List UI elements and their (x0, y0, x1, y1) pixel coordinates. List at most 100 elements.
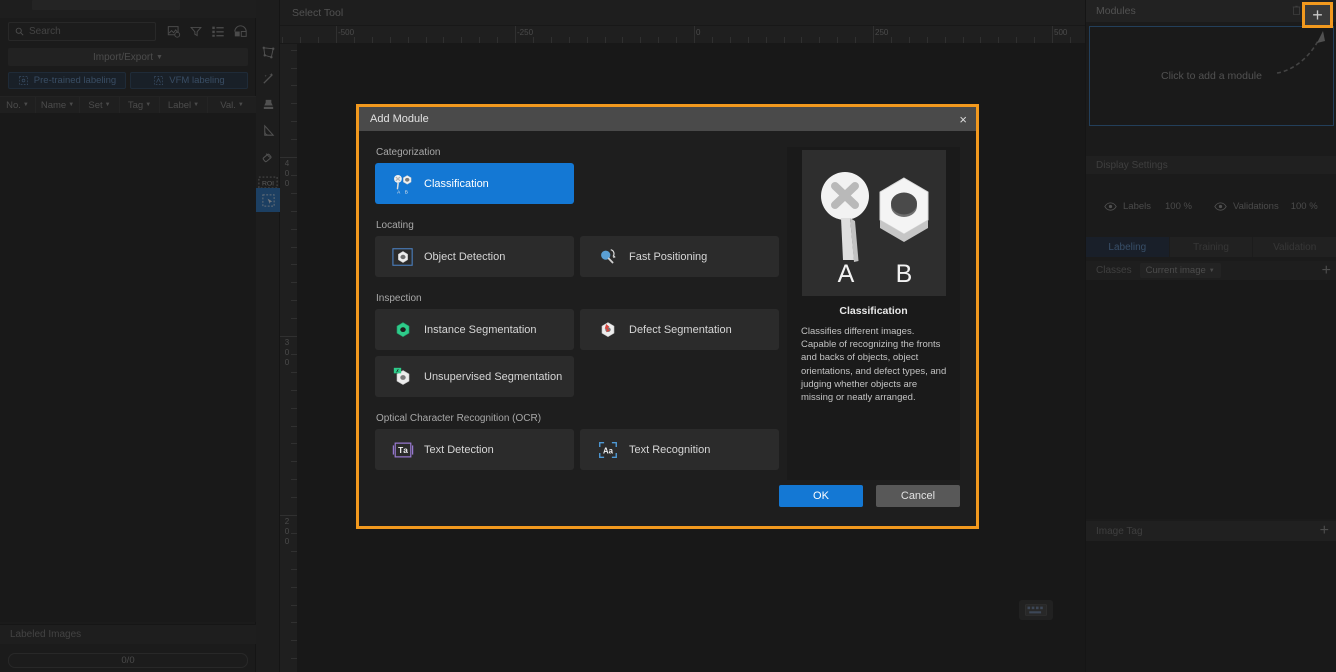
column-header-no[interactable]: No. ▼ (0, 97, 36, 113)
ruler-minor-tick (291, 228, 297, 230)
module-card-object-detection[interactable]: Object Detection (375, 236, 574, 277)
ruler-minor-tick (291, 371, 297, 373)
trash-icon[interactable] (1291, 4, 1302, 19)
ruler-minor-tick (291, 121, 297, 123)
column-header-name[interactable]: Name ▼ (36, 97, 80, 113)
ruler-major-tick (873, 26, 874, 43)
horizontal-ruler[interactable]: -500 -250 0 250 500 (280, 26, 1085, 44)
classes-scope-select[interactable]: Current image ▼ (1139, 263, 1221, 278)
validations-value: 100 % (1290, 200, 1318, 212)
chevron-down-icon: ▼ (22, 102, 29, 108)
image-filter-icon[interactable] (164, 22, 184, 41)
ruler-minor-tick (1069, 37, 1071, 43)
column-header-set[interactable]: Set ▼ (80, 97, 120, 113)
group-label-ocr: Optical Character Recognition (OCR) (376, 413, 542, 424)
import-export-button[interactable]: Import/Export ▼ (8, 48, 248, 66)
module-card-label: Unsupervised Segmentation (424, 370, 563, 383)
angle-tool-icon[interactable] (256, 118, 280, 142)
labels-visibility-group[interactable]: Labels 100 % (1104, 201, 1192, 212)
classes-list[interactable] (1086, 280, 1336, 519)
labeled-images-header: Labeled Images (0, 624, 256, 644)
image-table-header: No. ▼ Name ▼ Set ▼ Tag ▼ Label ▼ Val. ▼ (0, 96, 256, 114)
image-list[interactable] (0, 114, 256, 622)
modules-dropzone[interactable]: Click to add a module (1089, 26, 1334, 126)
select-tool-icon[interactable] (256, 188, 280, 212)
image-tag-header: Image Tag + (1086, 521, 1336, 541)
validations-visibility-group[interactable]: Validations 100 % (1214, 201, 1318, 212)
ruler-minor-tick (443, 37, 445, 43)
add-module-button[interactable]: + (1302, 2, 1333, 28)
svg-text:ROI: ROI (262, 180, 274, 187)
ruler-minor-tick (291, 192, 297, 194)
ruler-minor-tick (291, 586, 297, 588)
ruler-minor-tick (1016, 37, 1018, 43)
pointer-arrow-guide (1276, 31, 1325, 74)
tab-training[interactable]: Training (1169, 237, 1254, 257)
module-card-classification[interactable]: A B Classification (375, 163, 574, 204)
thumbnail-view-icon[interactable] (230, 22, 250, 41)
module-card-defect-segmentation[interactable]: Defect Segmentation (580, 309, 779, 350)
close-icon[interactable]: × (959, 113, 967, 126)
add-class-button[interactable]: + (1322, 262, 1331, 278)
module-card-label: Object Detection (424, 250, 506, 263)
ruler-label: 300 (284, 338, 290, 367)
module-card-text-recognition[interactable]: Aa Text Recognition (580, 429, 779, 470)
keyboard-icon[interactable] (1019, 600, 1053, 620)
ruler-minor-tick (962, 37, 964, 43)
vfm-labeling-button[interactable]: VFM labeling (130, 72, 248, 89)
eraser-tool-icon[interactable] (256, 144, 280, 168)
ruler-minor-tick (890, 37, 892, 43)
ruler-minor-tick (676, 37, 678, 43)
image-list-panel: Search Import/Export ▼ Pre-trained label… (0, 0, 256, 672)
add-image-tag-button[interactable]: + (1320, 523, 1329, 539)
magic-wand-tool-icon[interactable] (256, 66, 280, 90)
ruler-minor-tick (819, 37, 821, 43)
list-view-icon[interactable] (208, 22, 228, 41)
eye-icon (1104, 201, 1117, 211)
ruler-label: 200 (284, 517, 290, 546)
column-header-label[interactable]: Label ▼ (160, 97, 208, 113)
tab-validation[interactable]: Validation (1253, 237, 1336, 257)
ruler-minor-tick (622, 37, 624, 43)
labeled-images-progress-text: 0/0 (121, 655, 135, 666)
ruler-major-tick (694, 26, 695, 43)
module-card-instance-segmentation[interactable]: Instance Segmentation (375, 309, 574, 350)
ruler-minor-tick (291, 139, 297, 141)
bounding-box-nut-icon (392, 246, 414, 268)
ruler-minor-tick (291, 461, 297, 463)
screw-nut-icon: A B (392, 173, 414, 195)
search-input[interactable]: Search (8, 22, 156, 41)
ruler-minor-tick (291, 264, 297, 266)
ruler-minor-tick (291, 85, 297, 87)
module-card-unsupervised-segmentation[interactable]: ✗ Unsupervised Segmentation (375, 356, 574, 397)
classes-scope-value: Current image (1145, 265, 1206, 276)
ruler-minor-tick (586, 37, 588, 43)
stamp-tool-icon[interactable] (256, 92, 280, 116)
select-tool-label: Select Tool (292, 6, 344, 19)
dialog-title: Add Module (370, 113, 429, 125)
column-header-tag[interactable]: Tag ▼ (120, 97, 160, 113)
import-export-label: Import/Export (93, 51, 154, 63)
module-card-text-detection[interactable]: Tа Text Detection (375, 429, 574, 470)
tab-labeling[interactable]: Labeling (1086, 237, 1170, 257)
chevron-down-icon: ▼ (156, 53, 163, 61)
ruler-minor-tick (291, 282, 297, 284)
polygon-tool-icon[interactable] (256, 40, 280, 64)
pretrained-labeling-button[interactable]: Pre-trained labeling (8, 72, 126, 89)
modules-dropzone-hint: Click to add a module (1161, 70, 1262, 82)
chevron-down-icon: ▼ (104, 102, 111, 108)
vertical-ruler[interactable]: 5004003002001000 (280, 44, 298, 672)
module-card-fast-positioning[interactable]: Fast Positioning (580, 236, 779, 277)
chevron-down-icon: ▼ (193, 102, 200, 108)
funnel-filter-icon[interactable] (186, 22, 206, 41)
module-card-label: Instance Segmentation (424, 323, 537, 336)
ruler-minor-tick (532, 37, 534, 43)
ruler-major-tick (336, 26, 337, 43)
green-nut-icon (392, 319, 414, 341)
ok-button[interactable]: OK (779, 485, 863, 507)
ruler-minor-tick (353, 37, 355, 43)
cancel-button[interactable]: Cancel (876, 485, 960, 507)
column-header-val[interactable]: Val. ▼ (208, 97, 256, 113)
column-label: Val. (220, 99, 236, 111)
image-tag-list[interactable] (1086, 541, 1336, 672)
